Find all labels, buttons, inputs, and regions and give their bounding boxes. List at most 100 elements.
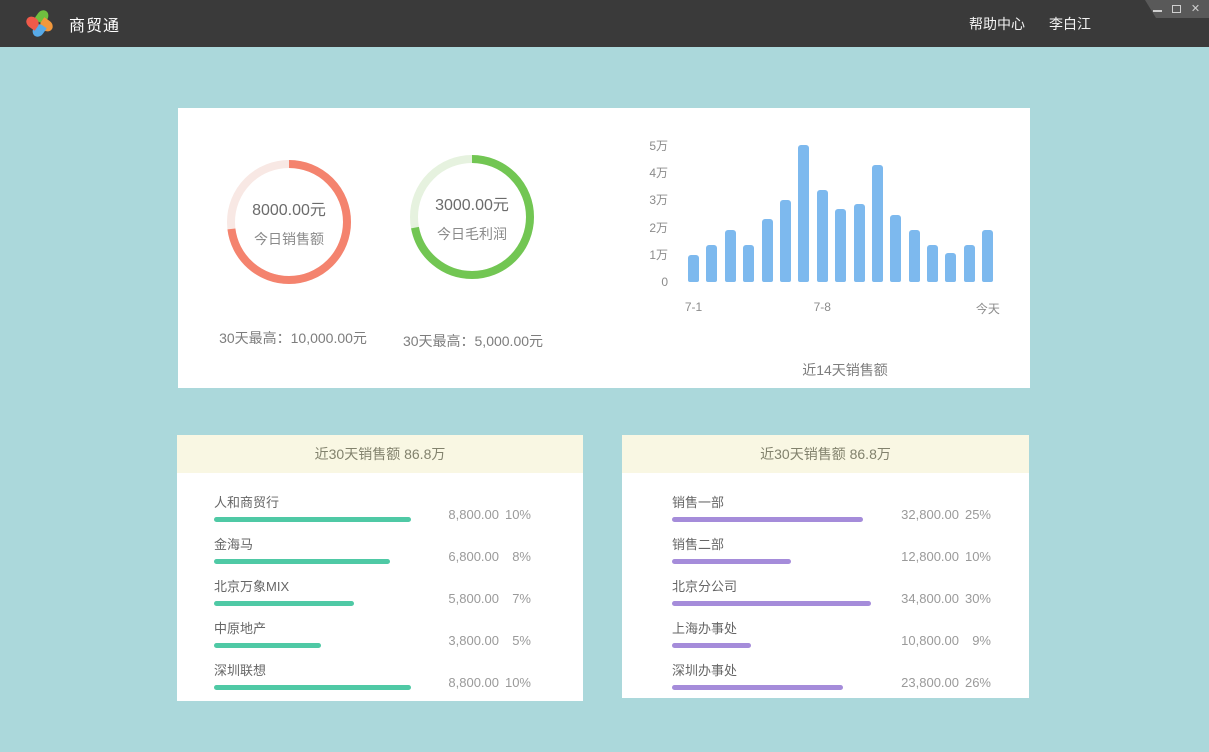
app-title: 商贸通 bbox=[69, 12, 120, 36]
today-profit-label: 今日毛利润 bbox=[437, 224, 507, 244]
title-bar: 商贸通 帮助中心 李白江 ✕ bbox=[0, 0, 1209, 47]
rank-row-left: 中原地产 bbox=[214, 618, 321, 648]
rank-item-amount: 10,800.00 bbox=[881, 633, 959, 648]
day-sales-bar bbox=[688, 255, 699, 282]
x-axis-tick: 7-1 bbox=[685, 300, 702, 314]
rank-row-left: 深圳办事处 bbox=[672, 660, 843, 690]
rank-item-name: 销售二部 bbox=[672, 534, 791, 553]
today-profit-value: 3000.00元 bbox=[435, 191, 509, 215]
rank-item-percent: 5% bbox=[499, 633, 531, 648]
bar-chart-bars bbox=[688, 144, 993, 282]
profit-30d-max: 30天最高：5,000.00元 bbox=[358, 331, 588, 351]
day-sales-bar bbox=[890, 215, 901, 282]
rank-item-percent: 7% bbox=[499, 591, 531, 606]
close-icon[interactable]: ✕ bbox=[1190, 4, 1201, 15]
rank-row-left: 上海办事处 bbox=[672, 618, 751, 648]
rank-item-values: 5,800.007% bbox=[421, 591, 531, 606]
rank-item-bar bbox=[672, 559, 791, 564]
day-sales-bar bbox=[798, 145, 809, 282]
rank-item-percent: 26% bbox=[959, 675, 991, 690]
y-axis-tick: 0 bbox=[628, 275, 668, 289]
dept-rank-card: 近30天销售额 86.8万 销售一部 32,800.0025% 销售二部 12,800… bbox=[622, 435, 1029, 698]
day-sales-bar bbox=[835, 209, 846, 282]
day-sales-bar bbox=[854, 204, 865, 282]
day-sales-bar bbox=[945, 253, 956, 282]
rank-item-name: 深圳联想 bbox=[214, 660, 411, 679]
rank-row: 深圳联想 8,800.0010% bbox=[214, 660, 531, 690]
minimize-icon[interactable] bbox=[1152, 4, 1163, 15]
rank-item-amount: 12,800.00 bbox=[881, 549, 959, 564]
rank-item-bar bbox=[214, 643, 321, 648]
day-sales-bar bbox=[762, 219, 773, 282]
rank-row-left: 深圳联想 bbox=[214, 660, 411, 690]
day-sales-bar bbox=[706, 245, 717, 282]
rank-row: 上海办事处 10,800.009% bbox=[672, 618, 991, 648]
rank-item-name: 金海马 bbox=[214, 534, 390, 553]
rank-item-percent: 9% bbox=[959, 633, 991, 648]
rank-item-name: 北京万象MIX bbox=[214, 576, 354, 595]
rank-row-left: 人和商贸行 bbox=[214, 492, 411, 522]
help-center-link[interactable]: 帮助中心 bbox=[969, 14, 1025, 34]
y-axis-tick: 2万 bbox=[628, 221, 668, 235]
customer-rank-list: 人和商贸行8,800.0010%金海马6,800.008%北京万象MIX5,80… bbox=[177, 473, 583, 690]
rank-item-name: 上海办事处 bbox=[672, 618, 751, 637]
rank-item-amount: 23,800.00 bbox=[881, 675, 959, 690]
rank-item-values: 34,800.0030% bbox=[881, 591, 991, 606]
y-axis-tick: 3万 bbox=[628, 193, 668, 207]
rank-row: 深圳办事处 23,800.0026% bbox=[672, 660, 991, 690]
rank-row-left: 北京分公司 bbox=[672, 576, 871, 606]
day-sales-bar bbox=[964, 245, 975, 282]
rank-item-values: 12,800.0010% bbox=[881, 549, 991, 564]
user-menu[interactable]: 李白江 bbox=[1049, 14, 1091, 34]
rank-item-amount: 32,800.00 bbox=[881, 507, 959, 522]
customer-rank-title: 近30天销售额 86.8万 bbox=[177, 435, 583, 473]
day-sales-bar bbox=[927, 245, 938, 282]
rank-item-values: 8,800.0010% bbox=[421, 507, 531, 522]
rank-row: 销售二部 12,800.0010% bbox=[672, 534, 991, 564]
y-axis-tick: 5万 bbox=[628, 139, 668, 153]
day-sales-bar bbox=[725, 230, 736, 282]
window-controls: ✕ bbox=[1145, 0, 1209, 18]
day-sales-bar bbox=[817, 190, 828, 282]
rank-item-name: 销售一部 bbox=[672, 492, 863, 511]
rank-item-percent: 25% bbox=[959, 507, 991, 522]
rank-row-left: 金海马 bbox=[214, 534, 390, 564]
today-sales-value: 8000.00元 bbox=[252, 196, 326, 220]
x-axis-tick: 7-8 bbox=[814, 300, 831, 314]
maximize-icon[interactable] bbox=[1171, 4, 1182, 15]
rank-item-amount: 34,800.00 bbox=[881, 591, 959, 606]
rank-item-name: 人和商贸行 bbox=[214, 492, 411, 511]
rank-item-name: 中原地产 bbox=[214, 618, 321, 637]
rank-item-values: 23,800.0026% bbox=[881, 675, 991, 690]
rank-row-left: 销售一部 bbox=[672, 492, 863, 522]
rank-item-name: 北京分公司 bbox=[672, 576, 871, 595]
rank-item-values: 8,800.0010% bbox=[421, 675, 531, 690]
dept-rank-title: 近30天销售额 86.8万 bbox=[622, 435, 1029, 473]
rank-item-bar bbox=[214, 559, 390, 564]
day-sales-bar bbox=[743, 245, 754, 282]
rank-item-bar bbox=[672, 643, 751, 648]
today-sales-gauge: 8000.00元 今日销售额 bbox=[227, 160, 351, 284]
rank-item-bar bbox=[214, 685, 411, 690]
dept-rank-list: 销售一部 32,800.0025% 销售二部 12,800.0010% 北京分公司 34,… bbox=[622, 473, 1029, 690]
y-axis-tick: 1万 bbox=[628, 248, 668, 262]
day-sales-bar bbox=[909, 230, 920, 282]
today-sales-label: 今日销售额 bbox=[254, 229, 324, 249]
rank-row-left: 北京万象MIX bbox=[214, 576, 354, 606]
rank-item-percent: 8% bbox=[499, 549, 531, 564]
y-axis-tick: 4万 bbox=[628, 166, 668, 180]
rank-item-amount: 5,800.00 bbox=[421, 591, 499, 606]
rank-item-name: 深圳办事处 bbox=[672, 660, 843, 679]
rank-item-bar bbox=[672, 685, 843, 690]
rank-row: 人和商贸行 8,800.0010% bbox=[214, 492, 531, 522]
rank-item-amount: 8,800.00 bbox=[421, 507, 499, 522]
overview-card: 8000.00元 今日销售额 3000.00元 今日毛利润 30天最高：10,0… bbox=[178, 108, 1030, 388]
rank-item-percent: 10% bbox=[499, 507, 531, 522]
rank-item-amount: 3,800.00 bbox=[421, 633, 499, 648]
rank-row: 中原地产 3,800.005% bbox=[214, 618, 531, 648]
rank-item-bar bbox=[672, 601, 871, 606]
x-axis-tick: 今天 bbox=[976, 300, 1000, 317]
rank-item-percent: 30% bbox=[959, 591, 991, 606]
day-sales-bar bbox=[872, 165, 883, 282]
rank-row: 北京分公司 34,800.0030% bbox=[672, 576, 991, 606]
